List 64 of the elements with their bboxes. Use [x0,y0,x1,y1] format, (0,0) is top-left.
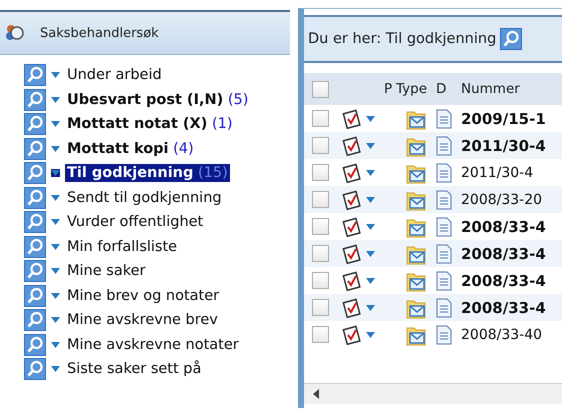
horizontal-scrollbar[interactable] [304,383,562,404]
column-header[interactable]: Type [396,81,436,97]
search-list-item[interactable]: Mine saker [65,262,148,280]
search-icon[interactable] [24,186,46,209]
panel-title: Saksbehandlersøk [40,26,159,40]
search-list-item[interactable]: Mine avskrevne notater [65,336,241,354]
search-icon[interactable] [24,309,46,332]
table-cell-text: 2009/15-1 [460,110,546,128]
search-icon[interactable] [24,334,46,356]
search-icon[interactable] [500,28,522,50]
search-icon[interactable] [24,211,46,234]
document-icon [436,136,452,156]
search-icon[interactable] [24,88,46,111]
search-icon[interactable] [24,64,46,86]
search-list-item[interactable]: Min forfallsliste [65,238,180,256]
table-cell-text: 2008/33-4 [460,298,546,316]
document-icon [436,216,452,236]
document-icon [436,162,452,182]
breadcrumb: Du er her: Til godkjenning [308,31,496,47]
document-icon [436,324,452,344]
search-list-item[interactable]: Til godkjenning (15) [65,164,230,182]
table-cell-text: 2008/33-40 [460,326,542,342]
search-list-item[interactable]: Siste saker sett på [65,360,204,378]
search-icon[interactable] [24,138,46,160]
search-icon[interactable] [24,162,46,184]
table-cell-text: 2011/30-4 [460,136,546,154]
table-cell-text: 2008/33-4 [460,218,546,236]
search-icon[interactable] [24,113,46,136]
search-list-item[interactable]: Sendt til godkjenning [65,188,224,207]
column-header[interactable]: P [384,81,396,97]
scroll-left-icon[interactable] [312,389,320,399]
row-checkbox[interactable] [312,191,329,208]
search-list-item[interactable]: Ubesvart post (I,N) (5) [65,90,250,109]
column-header[interactable]: Nummer [456,81,520,97]
search-icon[interactable] [24,236,46,258]
search-icon[interactable] [24,260,46,282]
search-list-item[interactable]: Under arbeid [65,66,164,84]
search-list-item[interactable]: Mine brev og notater [65,286,222,305]
document-icon [436,270,452,290]
search-list-item[interactable]: Mine avskrevne brev [65,311,220,330]
row-checkbox[interactable] [312,245,329,262]
row-checkbox[interactable] [312,110,329,127]
table-cell-text: 2011/30-4 [460,164,534,180]
select-all-checkbox[interactable] [312,80,329,98]
search-list-item[interactable]: Mottatt kopi (4) [65,140,196,158]
row-checkbox[interactable] [312,218,329,235]
document-icon [436,108,452,128]
table-cell-text: 2008/33-4 [460,244,546,262]
document-icon [436,298,452,318]
dropdown-arrow-icon[interactable] [51,169,60,178]
search-list-item[interactable]: Mottatt notat (X) (1) [65,115,235,134]
row-checkbox[interactable] [312,137,329,154]
row-checkbox[interactable] [312,164,329,181]
document-icon [436,190,452,210]
search-list-item[interactable]: Vurder offentlighet [65,213,206,232]
document-icon [436,244,452,264]
row-checkbox[interactable] [312,299,329,316]
search-icon[interactable] [24,358,46,380]
column-header[interactable]: D [436,81,456,97]
row-checkbox[interactable] [312,272,329,289]
table-cell-text: 2008/33-20 [460,192,542,208]
search-icon[interactable] [24,284,46,307]
row-checkbox[interactable] [312,326,329,343]
table-cell-text: 2008/33-4 [460,272,546,290]
